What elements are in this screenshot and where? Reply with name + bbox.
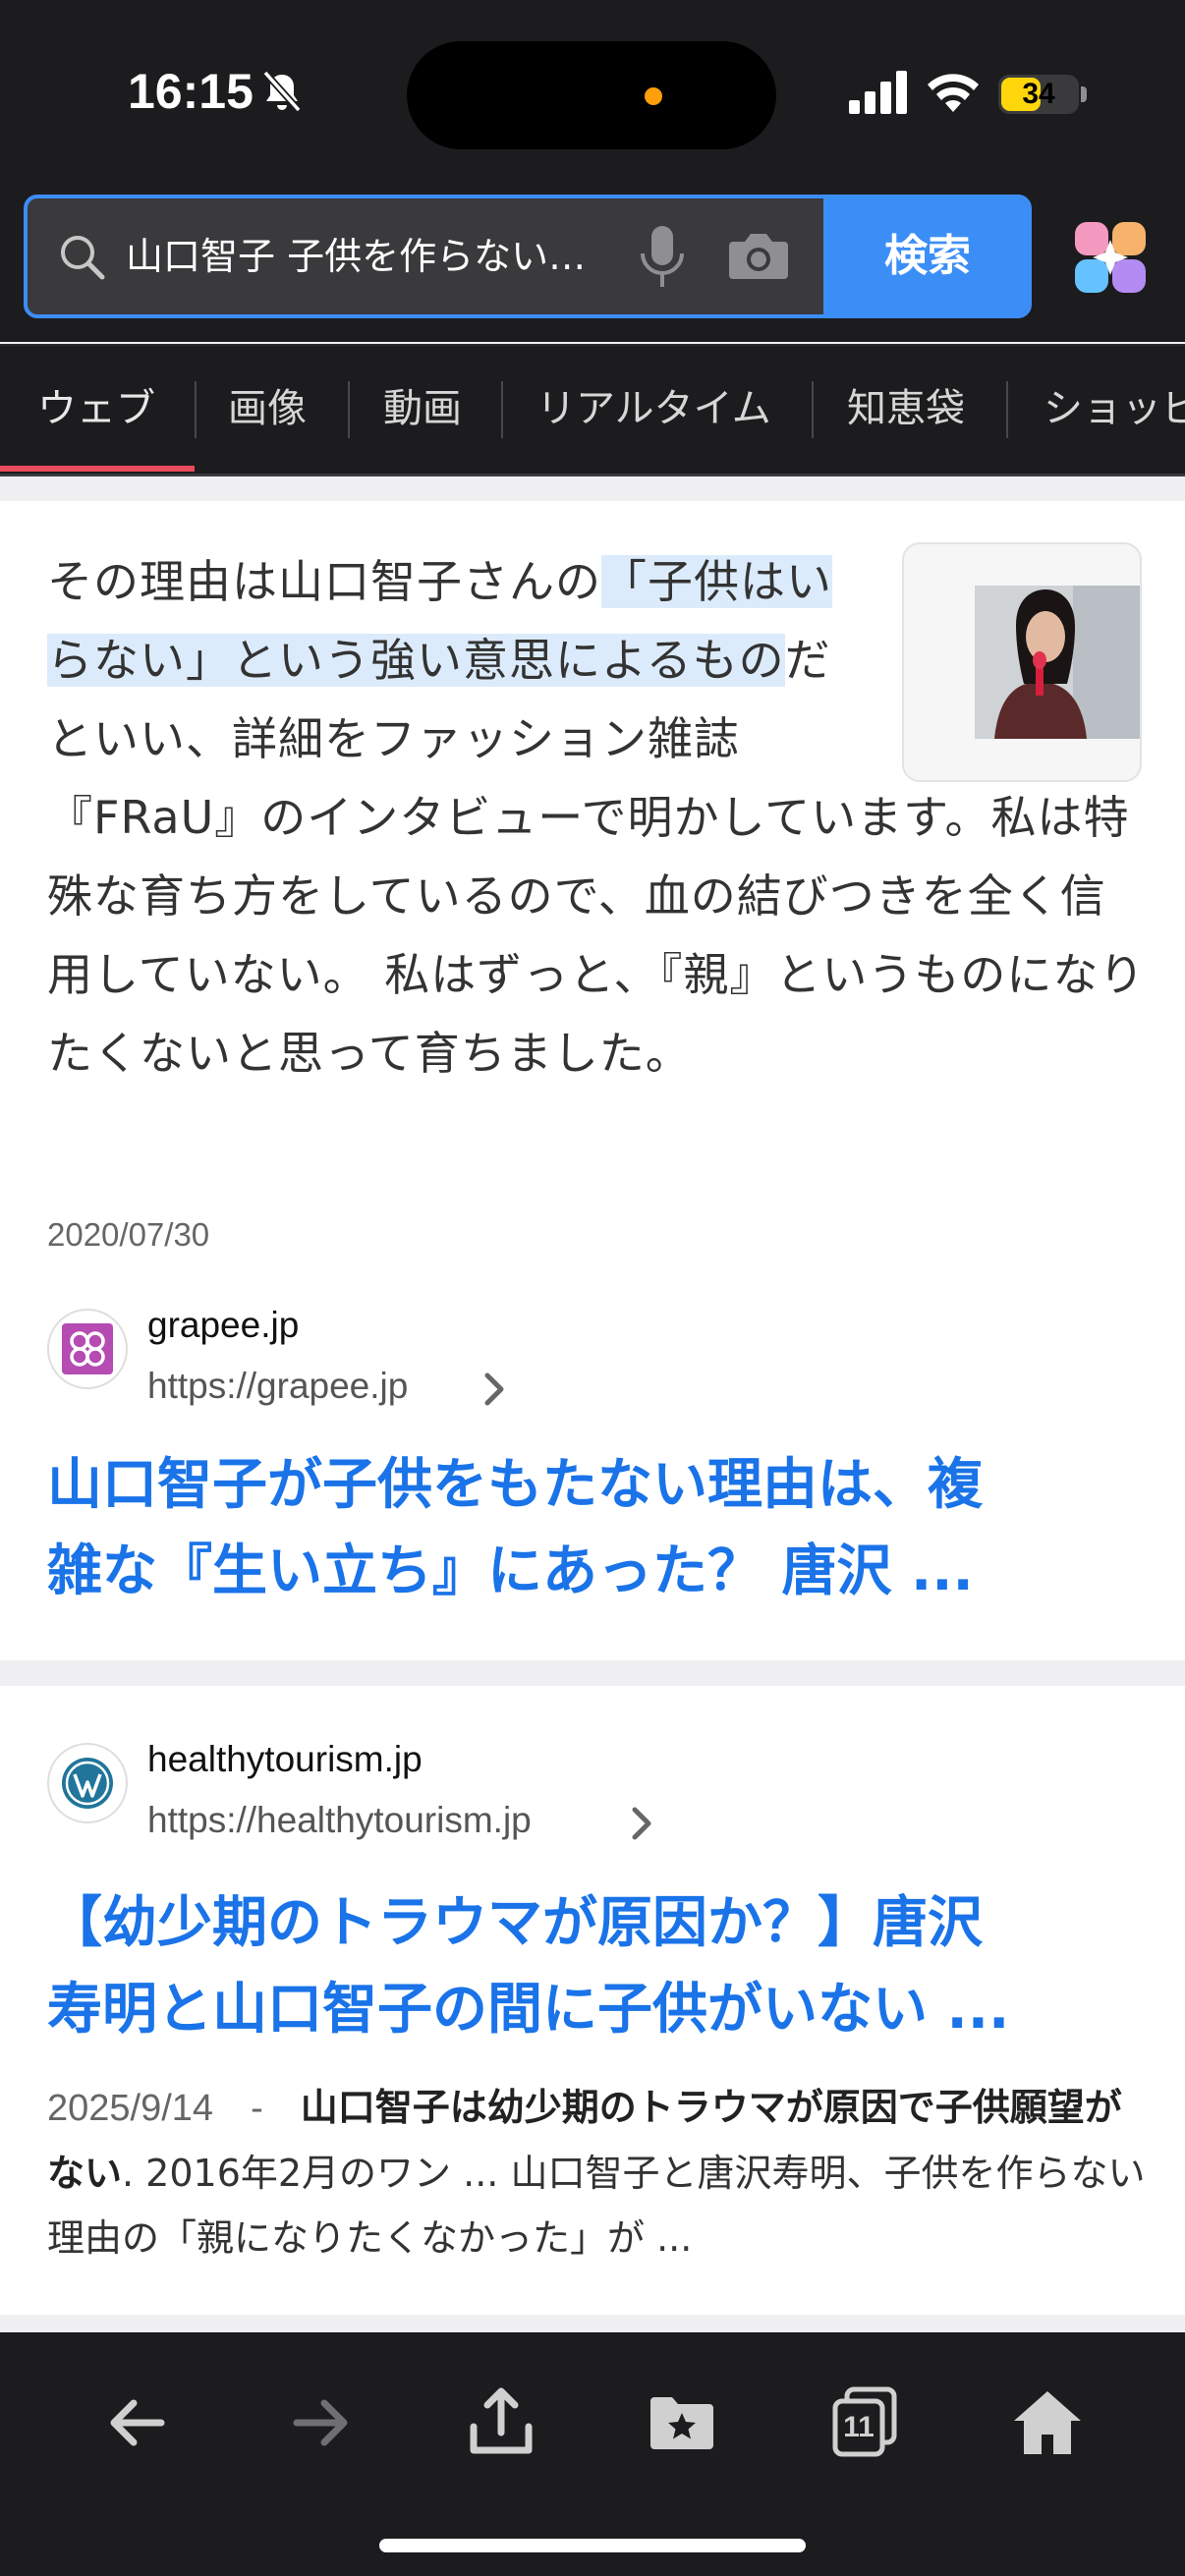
date-separator: - (251, 2088, 263, 2129)
back-arrow-icon[interactable] (98, 2383, 177, 2462)
camera-indicator-dot (645, 87, 662, 105)
tab-videos[interactable]: 動画 (383, 346, 462, 474)
description-text: . 2016年2月のワン ... 山口智子と唐沢寿明、子供を作らない理由の「親に… (47, 2152, 1146, 2260)
result-site-name[interactable]: healthytourism.jp (147, 1739, 423, 1780)
header: 16:15 34 山口智子 子供を作らない… 検索 (0, 0, 1185, 342)
camera-icon[interactable] (727, 228, 790, 283)
result-title-link[interactable]: 【幼少期のトラウマが原因か？】唐沢 寿明と山口智子の間に子供がいない ... (47, 1880, 1148, 2053)
result-card-healthytourism: healthytourism.jp https://healthytourism… (0, 1686, 1185, 2315)
search-tabs: ウェブ 画像 動画 リアルタイム 知恵袋 ショッピ (0, 344, 1185, 476)
search-button[interactable]: 検索 (823, 198, 1028, 314)
result-date: 2020/07/30 (47, 1216, 210, 1253)
bookmark-folder-icon[interactable] (643, 2383, 721, 2462)
share-icon[interactable] (462, 2383, 540, 2462)
result-card-grapee: その理由は山口智子さんの「子供はいらない」という強い意思によるものだといい、詳細… (0, 501, 1185, 1660)
chevron-right-icon[interactable] (481, 1372, 507, 1407)
home-icon[interactable] (1008, 2383, 1087, 2462)
grapee-favicon (47, 1309, 128, 1389)
battery-indicator: 34 (998, 75, 1079, 114)
result-site-name[interactable]: grapee.jp (147, 1305, 299, 1346)
ai-assistant-icon[interactable] (1071, 218, 1150, 297)
tabs-overview-button[interactable]: 11 (825, 2383, 904, 2462)
result-thumbnail[interactable] (902, 542, 1142, 782)
result-title-link[interactable]: 山口智子が子供をもたない理由は、複 雑な『生い立ち』にあった？ 唐沢 ... (47, 1442, 1148, 1615)
tab-realtime[interactable]: リアルタイム (536, 346, 771, 474)
result-site-url[interactable]: https://grapee.jp (147, 1366, 408, 1407)
chevron-right-icon[interactable] (629, 1806, 654, 1841)
search-icon (61, 236, 105, 280)
result-title-line[interactable]: 寿明と山口智子の間に子供がいない ... (47, 1967, 1148, 2053)
result-title-line[interactable]: 【幼少期のトラウマが原因か？】唐沢 (47, 1880, 1148, 1967)
tab-images[interactable]: 画像 (228, 346, 307, 474)
dynamic-island (407, 41, 776, 149)
home-indicator (379, 2539, 806, 2552)
snippet-text: その理由は山口智子さんの (47, 555, 601, 608)
tab-web[interactable]: ウェブ (37, 346, 155, 474)
battery-level: 34 (1022, 78, 1055, 110)
microphone-icon[interactable] (635, 222, 690, 291)
thumbnail-image (975, 586, 1140, 739)
search-input[interactable]: 山口智子 子供を作らない… (126, 226, 637, 287)
result-description: 2025/9/14 - 山口智子は幼少期のトラウマが原因で子供願望がない. 20… (47, 2075, 1148, 2270)
wifi-icon (928, 74, 979, 112)
battery-tip (1081, 86, 1087, 102)
wordpress-favicon (47, 1743, 128, 1823)
tab-chiebukuro[interactable]: 知恵袋 (847, 346, 965, 474)
result-title-line[interactable]: 山口智子が子供をもたない理由は、複 (47, 1442, 1148, 1529)
tab-shopping[interactable]: ショッピ (1044, 346, 1185, 474)
bell-muted-icon (262, 70, 302, 113)
forward-arrow-icon[interactable] (281, 2383, 360, 2462)
result-title-line[interactable]: 雑な『生い立ち』にあった？ 唐沢 ... (47, 1529, 1148, 1615)
active-tab-indicator (0, 466, 195, 472)
tabs-count: 11 (843, 2411, 875, 2443)
status-time: 16:15 (128, 64, 254, 119)
result-site-url[interactable]: https://healthytourism.jp (147, 1800, 532, 1841)
result-date: 2025/9/14 (47, 2088, 214, 2129)
cellular-signal-icon (849, 71, 907, 114)
search-bar[interactable]: 山口智子 子供を作らない… 検索 (24, 195, 1032, 318)
